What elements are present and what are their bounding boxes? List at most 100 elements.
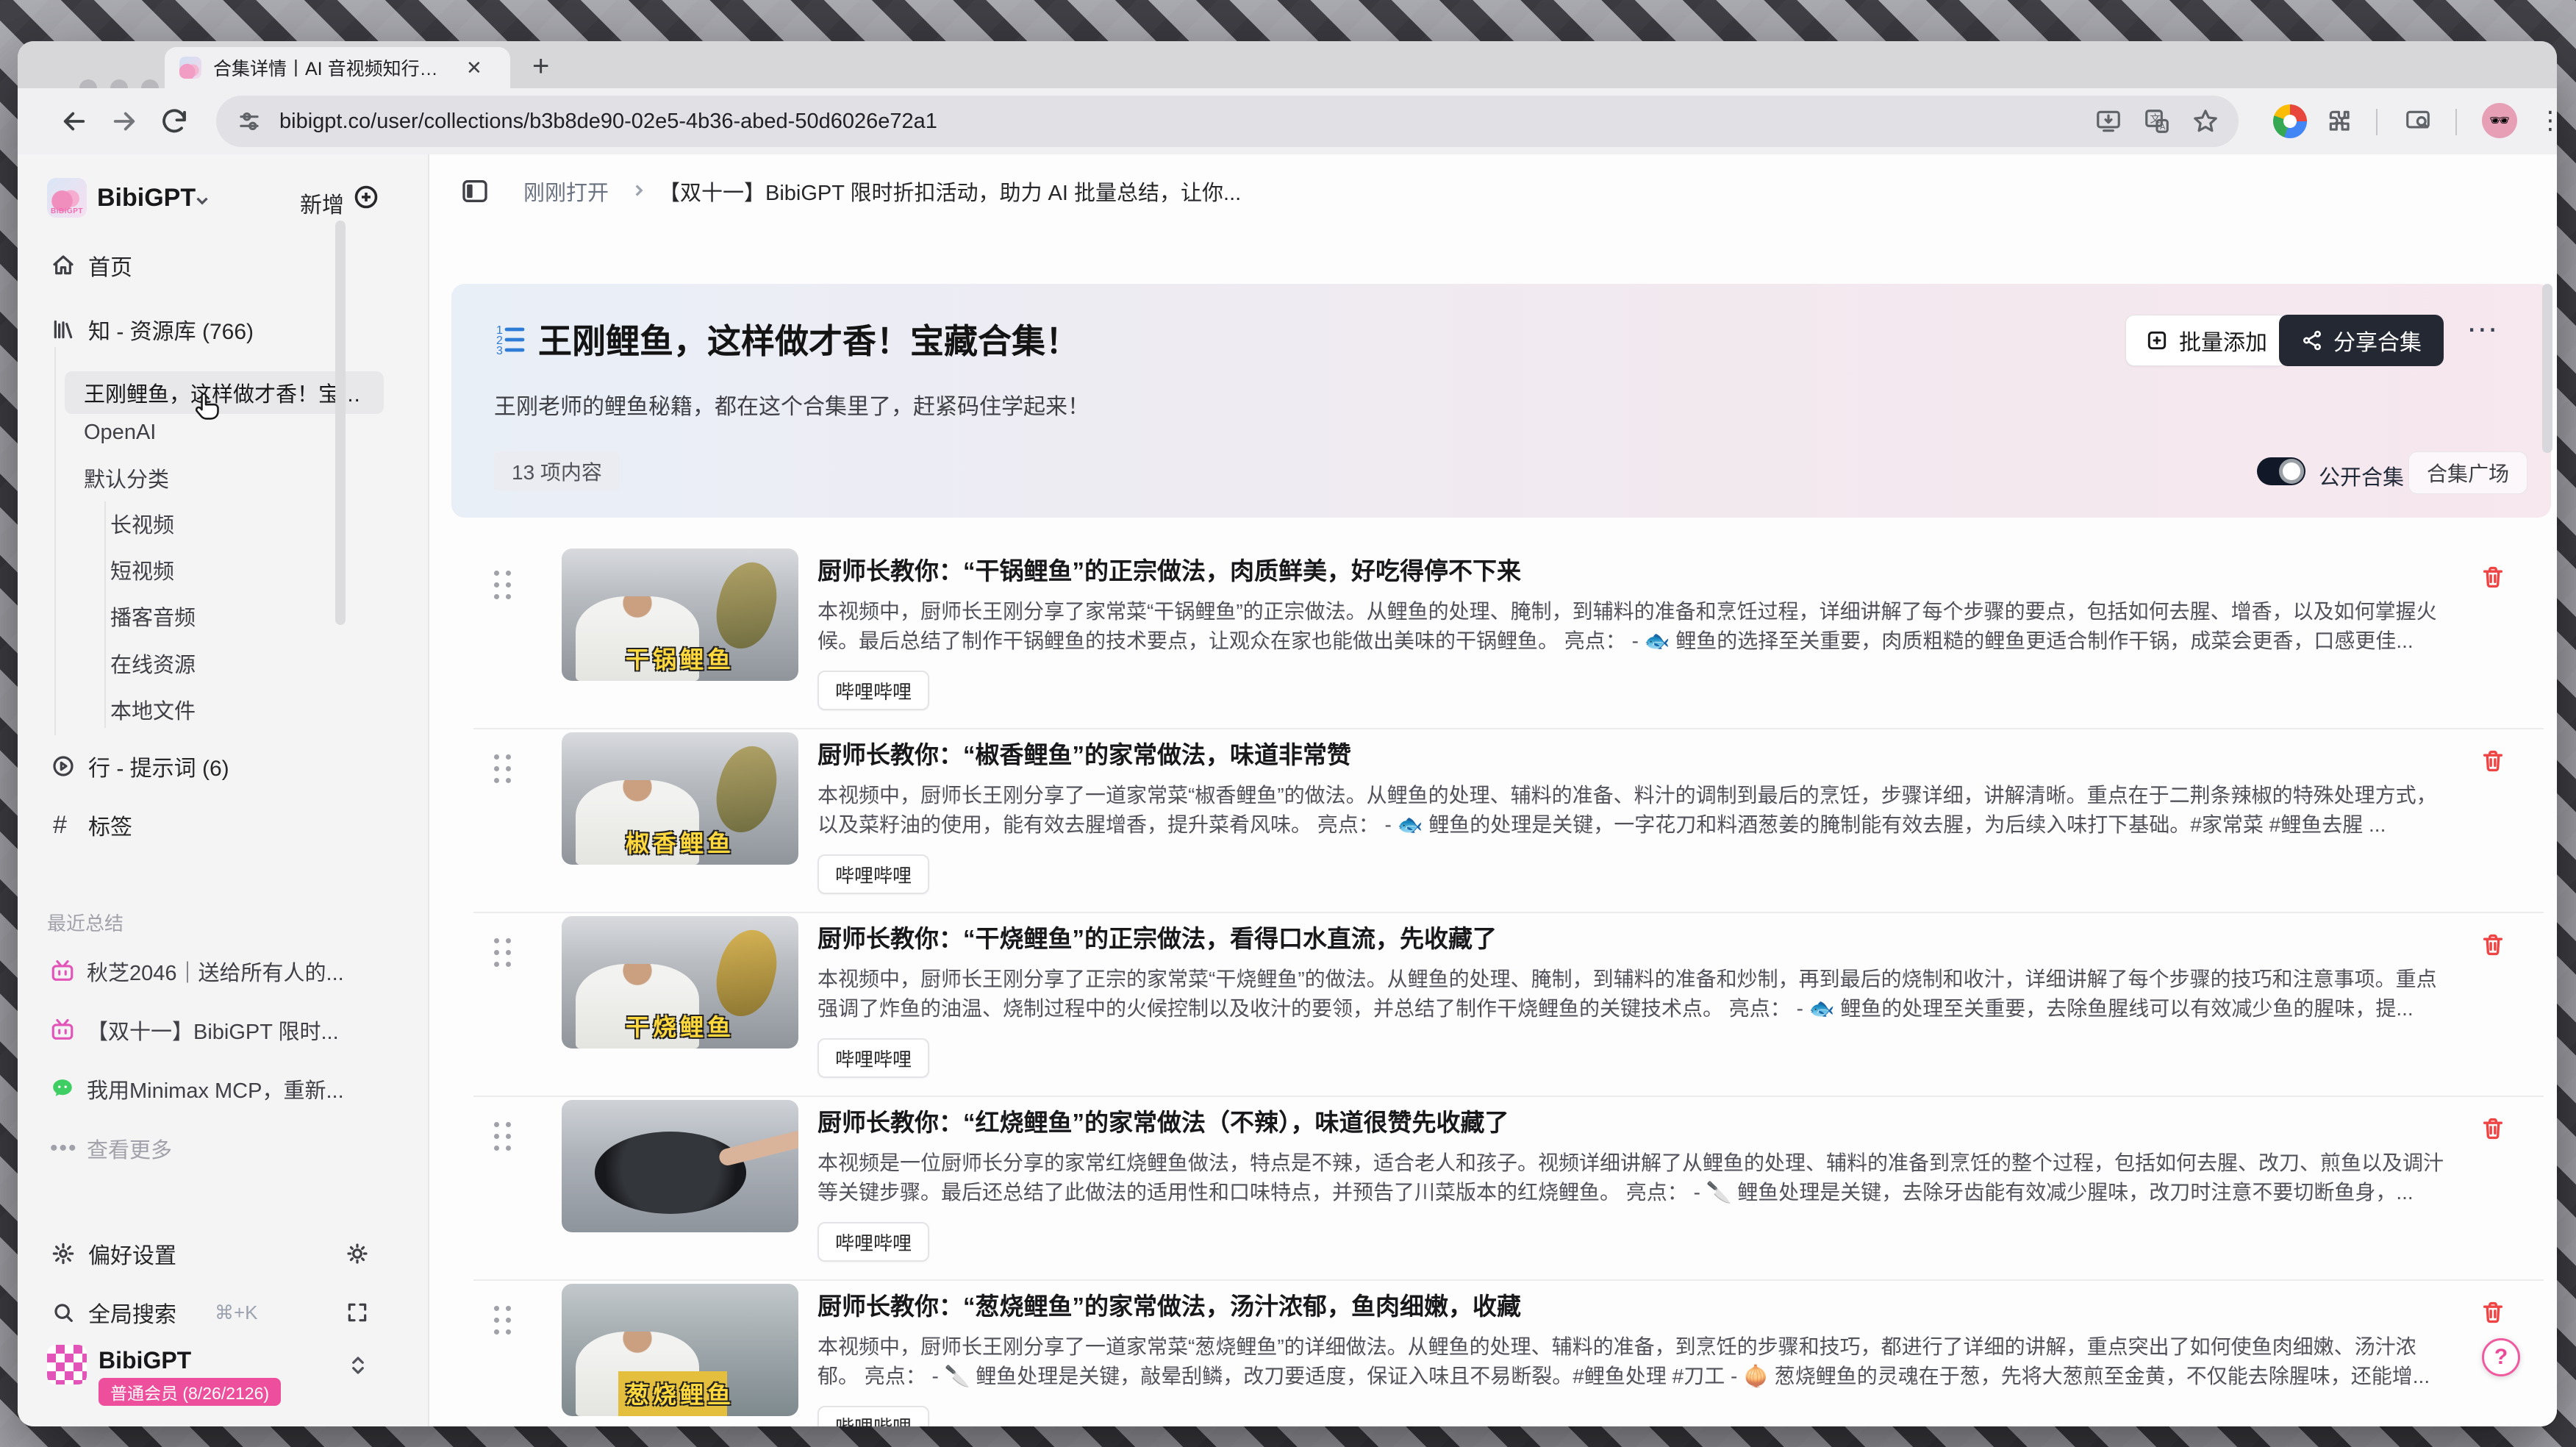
item-meta: 厨师长教你：“红烧鲤鱼”的家常做法（不辣），味道很赞先收藏了 本视频是一位厨师长… (817, 1103, 2470, 1262)
list-item[interactable]: 干烧鲤鱼 厨师长教你：“干烧鲤鱼”的正宗做法，看得口水直流，先收藏了 本视频中，… (451, 912, 2551, 1096)
drag-handle[interactable] (494, 938, 511, 967)
source-badge[interactable]: 哔哩哔哩 (817, 854, 929, 894)
expand-icon[interactable] (346, 1301, 369, 1324)
video-thumbnail[interactable]: 干烧鲤鱼 (562, 916, 798, 1048)
drag-handle[interactable] (494, 571, 511, 599)
user-name[interactable]: BibiGPT (99, 1347, 191, 1374)
drag-handle[interactable] (494, 754, 511, 783)
plus-square-icon (2145, 329, 2169, 352)
extension-pin-icon[interactable] (2273, 104, 2307, 138)
collection-subtitle: 王刚老师的鲤鱼秘籍，都在这个合集里了，赶紧码住学起来！ (494, 388, 1090, 421)
translate-icon[interactable]: 文A (2143, 107, 2171, 135)
sidebar-scrollbar[interactable] (335, 221, 346, 625)
sidebar-item-default-category[interactable]: 默认分类 (18, 457, 429, 499)
video-thumbnail[interactable] (562, 1100, 798, 1232)
breadcrumb: 刚刚打开 【双十一】BibiGPT 限时折扣活动，助力 AI 批量总结，让你..… (429, 154, 2557, 228)
sidebar-item-online-resource[interactable]: 在线资源 (18, 643, 429, 684)
source-badge[interactable]: 哔哩哔哩 (817, 671, 929, 710)
bilibili-icon (50, 1018, 75, 1043)
batch-add-button[interactable]: 批量添加 (2125, 315, 2287, 366)
library-icon (51, 318, 75, 341)
source-badge[interactable]: 哔哩哔哩 (817, 1038, 929, 1078)
list-item[interactable]: 椒香鲤鱼 厨师长教你：“椒香鲤鱼”的家常做法，味道非常赞 本视频中，厨师长王刚分… (451, 728, 2551, 912)
new-tab-button[interactable]: + (532, 51, 549, 81)
video-title[interactable]: 厨师长教你：“干烧鲤鱼”的正宗做法，看得口水直流，先收藏了 (817, 919, 2470, 954)
breadcrumb-current[interactable]: 【双十一】BibiGPT 限时折扣活动，助力 AI 批量总结，让你... (659, 176, 1241, 207)
tab-close-icon[interactable]: ✕ (466, 57, 482, 79)
browser-window: 合集详情丨AI 音视频知行助理： ✕ + bibigpt.co/user/col… (18, 41, 2557, 1426)
reload-icon[interactable] (159, 106, 190, 137)
sidebar-item-local-file[interactable]: 本地文件 (18, 689, 429, 730)
user-avatar[interactable] (47, 1345, 87, 1385)
video-thumbnail[interactable]: 椒香鲤鱼 (562, 732, 798, 865)
install-app-icon[interactable] (2094, 107, 2122, 135)
site-info-icon[interactable] (235, 107, 263, 135)
drag-handle[interactable] (494, 1122, 511, 1151)
browser-tab[interactable]: 合集详情丨AI 音视频知行助理： ✕ (165, 47, 510, 88)
header-more-button[interactable]: ... (2467, 303, 2499, 340)
delete-button[interactable] (2480, 932, 2505, 957)
new-button[interactable]: 新增 (300, 187, 344, 219)
back-icon[interactable] (59, 106, 90, 137)
sidebar-toggle-icon[interactable] (460, 176, 490, 206)
video-thumbnail[interactable]: 葱烧鲤鱼 (562, 1284, 798, 1416)
sidebar-item-short-video[interactable]: 短视频 (18, 549, 429, 590)
video-thumbnail[interactable]: 干锅鲤鱼 (562, 549, 798, 681)
search-tabs-icon[interactable] (2404, 107, 2432, 135)
public-toggle[interactable] (2257, 457, 2305, 485)
item-meta: 厨师长教你：“葱烧鲤鱼”的家常做法，汤汁浓郁，鱼肉细嫩，收藏 本视频中，厨师长王… (817, 1287, 2470, 1426)
video-title[interactable]: 厨师长教你：“椒香鲤鱼”的家常做法，味道非常赞 (817, 735, 2470, 771)
recent-item[interactable]: 【双十一】BibiGPT 限时... (18, 1010, 429, 1051)
source-badge[interactable]: 哔哩哔哩 (817, 1222, 929, 1262)
help-button[interactable]: ? (2482, 1338, 2520, 1376)
workspace-name[interactable]: BibiGPT (97, 184, 196, 212)
main-scrollbar[interactable] (2542, 284, 2552, 453)
plus-circle-icon[interactable] (353, 184, 379, 210)
forward-icon[interactable] (109, 106, 140, 137)
list-item[interactable]: 干锅鲤鱼 厨师长教你：“干锅鲤鱼”的正宗做法，肉质鲜美，好吃得停不下来 本视频中… (451, 544, 2551, 728)
bookmark-star-icon[interactable] (2192, 107, 2219, 135)
sidebar-item-preferences[interactable]: 偏好设置 (18, 1233, 429, 1274)
source-badge[interactable]: 哔哩哔哩 (817, 1406, 929, 1426)
address-bar[interactable]: bibigpt.co/user/collections/b3b8de90-02e… (216, 96, 2239, 147)
sidebar-item-see-more[interactable]: ••• 查看更多 (18, 1128, 429, 1169)
sidebar-item-tags[interactable]: # 标签 (18, 804, 429, 846)
chevron-down-icon[interactable] (193, 191, 212, 210)
video-title[interactable]: 厨师长教你：“干锅鲤鱼”的正宗做法，肉质鲜美，好吃得停不下来 (817, 551, 2470, 587)
profile-avatar[interactable]: 🕶 (2482, 103, 2517, 138)
recent-item[interactable]: 我用Minimax MCP，重新... (18, 1068, 429, 1110)
main-panel: 刚刚打开 【双十一】BibiGPT 限时折扣活动，助力 AI 批量总结，让你..… (429, 154, 2557, 1426)
bibigpt-logo[interactable]: BiBiGPT (47, 178, 87, 218)
sidebar-item-openai[interactable]: OpenAI (18, 412, 429, 453)
svg-text:A: A (2160, 123, 2166, 132)
list-item[interactable]: 葱烧鲤鱼 厨师长教你：“葱烧鲤鱼”的家常做法，汤汁浓郁，鱼肉细嫩，收藏 本视频中… (451, 1279, 2551, 1426)
thumbnail-caption: 干烧鲤鱼 (626, 1009, 734, 1043)
sidebar-item-global-search[interactable]: 全局搜索 ⌘+K (18, 1292, 429, 1333)
browser-menu-icon[interactable]: ⋮ (2538, 101, 2557, 140)
sidebar-item-library[interactable]: 知 - 资源库 (766) (18, 309, 429, 350)
sidebar-item-podcast[interactable]: 播客音频 (18, 596, 429, 637)
thumbnail-caption: 椒香鲤鱼 (626, 825, 734, 859)
video-title[interactable]: 厨师长教你：“葱烧鲤鱼”的家常做法，汤汁浓郁，鱼肉细嫩，收藏 (817, 1287, 2470, 1322)
url-text[interactable]: bibigpt.co/user/collections/b3b8de90-02e… (279, 110, 2094, 134)
extensions-puzzle-icon[interactable] (2326, 107, 2354, 135)
video-title[interactable]: 厨师长教你：“红烧鲤鱼”的家常做法（不辣），味道很赞先收藏了 (817, 1103, 2470, 1138)
delete-button[interactable] (2480, 748, 2505, 773)
delete-button[interactable] (2480, 1300, 2505, 1325)
chevrons-up-down-icon[interactable] (347, 1354, 369, 1376)
recent-item[interactable]: 秋芝2046｜送给所有人的... (18, 951, 429, 992)
mouse-cursor (190, 390, 222, 422)
sun-icon[interactable] (346, 1242, 369, 1265)
toolbar-divider (2455, 109, 2457, 135)
delete-button[interactable] (2480, 1116, 2505, 1141)
breadcrumb-root[interactable]: 刚刚打开 (523, 176, 609, 207)
sidebar-item-home[interactable]: 首页 (18, 245, 429, 286)
share-collection-button[interactable]: 分享合集 (2279, 315, 2444, 366)
sidebar-item-long-video[interactable]: 长视频 (18, 503, 429, 544)
collection-square-button[interactable]: 合集广场 (2408, 451, 2527, 494)
drag-handle[interactable] (494, 1306, 511, 1335)
share-icon (2301, 329, 2323, 351)
delete-button[interactable] (2480, 565, 2505, 590)
sidebar-item-prompts[interactable]: 行 - 提示词 (6) (18, 746, 429, 787)
list-item[interactable]: 厨师长教你：“红烧鲤鱼”的家常做法（不辣），味道很赞先收藏了 本视频是一位厨师长… (451, 1096, 2551, 1279)
